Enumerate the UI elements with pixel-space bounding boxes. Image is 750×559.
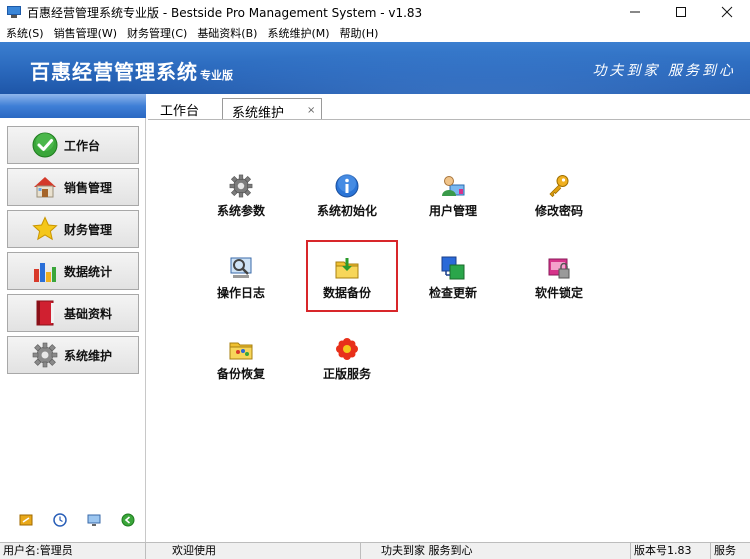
tile-label: 用户管理 xyxy=(428,204,477,218)
tile-label: 软件锁定 xyxy=(534,286,583,300)
sidebar-item-label: 数据统计 xyxy=(64,264,113,279)
sidebar-item-label: 工作台 xyxy=(64,138,101,153)
log-icon xyxy=(229,256,253,280)
sidebar-item-label: 基础资料 xyxy=(64,306,113,321)
status-version: 版本号1.83 xyxy=(631,543,711,559)
title-bar: 百惠经营管理系统专业版 - Bestside Pro Management Sy… xyxy=(0,0,750,24)
menu-help[interactable]: 帮助(H) xyxy=(334,25,383,41)
tab-maintenance[interactable]: 系统维护 × xyxy=(222,98,322,121)
minimize-icon xyxy=(630,11,640,13)
menu-bar: 系统(S) 销售管理(W) 财务管理(C) 基础资料(B) 系统维护(M) 帮助… xyxy=(0,24,750,42)
status-user: 用户名:管理员 xyxy=(0,543,146,559)
status-slogan: 功夫到家 服务到心 xyxy=(361,543,631,559)
tile-software-lock[interactable]: 软件锁定 xyxy=(519,256,599,318)
tile-system-init[interactable]: 系统初始化 xyxy=(307,174,387,236)
app-monitor-icon xyxy=(7,6,21,18)
tile-label: 系统初始化 xyxy=(316,204,377,218)
tile-operation-log[interactable]: 操作日志 xyxy=(201,256,281,318)
sidebar-item-label: 财务管理 xyxy=(64,222,113,237)
menu-sales[interactable]: 销售管理(W) xyxy=(48,25,121,41)
bar-chart-icon xyxy=(32,258,58,284)
tile-label: 备份恢复 xyxy=(216,367,265,381)
minimize-button[interactable] xyxy=(612,0,658,24)
sidebar-bottom-toolbar xyxy=(0,512,146,534)
book-icon xyxy=(32,300,58,326)
sidebar-item-sales[interactable]: 销售管理 xyxy=(7,168,139,206)
maximize-icon xyxy=(676,7,686,17)
close-icon xyxy=(721,6,733,18)
status-bar: 用户名:管理员 欢迎使用 功夫到家 服务到心 版本号1.83 服务 xyxy=(0,542,750,559)
tile-backup-restore[interactable]: 备份恢复 xyxy=(201,337,281,399)
folder-download-icon xyxy=(335,256,359,280)
tile-system-params[interactable]: 系统参数 xyxy=(201,174,281,236)
banner-slogan: 功夫到家 服务到心 xyxy=(592,63,736,79)
tab-strip: 工作台 系统维护 × xyxy=(148,94,750,121)
folder-restore-icon xyxy=(229,337,253,361)
key-icon[interactable] xyxy=(18,512,34,528)
window-controls xyxy=(612,0,750,24)
lock-icon xyxy=(547,256,571,280)
tile-label: 检查更新 xyxy=(428,286,477,300)
sidebar-item-workbench[interactable]: 工作台 xyxy=(7,126,139,164)
banner-title-text: 百惠经营管理系统 xyxy=(30,60,198,84)
status-service: 服务 xyxy=(714,544,736,557)
tile-label: 修改密码 xyxy=(534,204,583,218)
menu-maintenance[interactable]: 系统维护(M) xyxy=(261,25,333,41)
menu-finance[interactable]: 财务管理(C) xyxy=(121,25,191,41)
tile-label: 正版服务 xyxy=(322,367,371,381)
menu-system[interactable]: 系统(S) xyxy=(0,25,48,41)
banner-title: 百惠经营管理系统 专业版 xyxy=(30,56,233,85)
sidebar-item-label: 销售管理 xyxy=(64,180,113,195)
update-icon xyxy=(441,256,465,280)
menu-basic-data[interactable]: 基础资料(B) xyxy=(191,25,261,41)
tab-workbench[interactable]: 工作台 xyxy=(160,100,199,119)
tile-label: 数据备份 xyxy=(322,286,371,300)
window-title: 百惠经营管理系统专业版 - Bestside Pro Management Sy… xyxy=(27,5,423,20)
flower-icon xyxy=(335,337,359,361)
gear-icon xyxy=(32,342,58,368)
banner-edition: 专业版 xyxy=(200,69,233,82)
tile-label: 操作日志 xyxy=(216,286,265,300)
sidebar-item-basic-data[interactable]: 基础资料 xyxy=(7,294,139,332)
star-icon xyxy=(32,216,58,242)
status-welcome: 欢迎使用 xyxy=(146,543,361,559)
monitor-icon[interactable] xyxy=(86,512,102,528)
tile-user-management[interactable]: 用户管理 xyxy=(413,174,493,236)
sidebar-item-statistics[interactable]: 数据统计 xyxy=(7,252,139,290)
tile-genuine-service[interactable]: 正版服务 xyxy=(307,337,387,399)
close-button[interactable] xyxy=(704,0,750,24)
maximize-button[interactable] xyxy=(658,0,704,24)
sidebar-item-maintenance[interactable]: 系统维护 xyxy=(7,336,139,374)
tile-data-backup[interactable]: 数据备份 xyxy=(307,256,387,318)
back-arrow-icon[interactable] xyxy=(120,512,136,528)
sidebar: 工作台 销售管理 财务管理 数据统计 基础资料 系统维护 xyxy=(0,94,146,542)
tab-close-icon[interactable]: × xyxy=(307,105,315,116)
tile-change-password[interactable]: 修改密码 xyxy=(519,174,599,236)
check-icon xyxy=(32,132,58,158)
app-banner: 百惠经营管理系统 专业版 功夫到家 服务到心 xyxy=(0,42,750,94)
sidebar-item-label: 系统维护 xyxy=(64,348,113,363)
house-icon xyxy=(32,174,58,200)
gear-icon xyxy=(229,174,253,198)
clock-icon[interactable] xyxy=(52,512,68,528)
sidebar-item-finance[interactable]: 财务管理 xyxy=(7,210,139,248)
key-icon xyxy=(547,174,571,198)
tile-label: 系统参数 xyxy=(216,204,265,218)
info-icon xyxy=(335,174,359,198)
tile-check-update[interactable]: 检查更新 xyxy=(413,256,493,318)
maintenance-panel: 系统参数 系统初始化 用户管理 修改密码 操作日志 数据备份 检查更新 软件锁定… xyxy=(148,120,750,542)
sidebar-header xyxy=(0,94,146,118)
user-icon xyxy=(441,174,465,198)
